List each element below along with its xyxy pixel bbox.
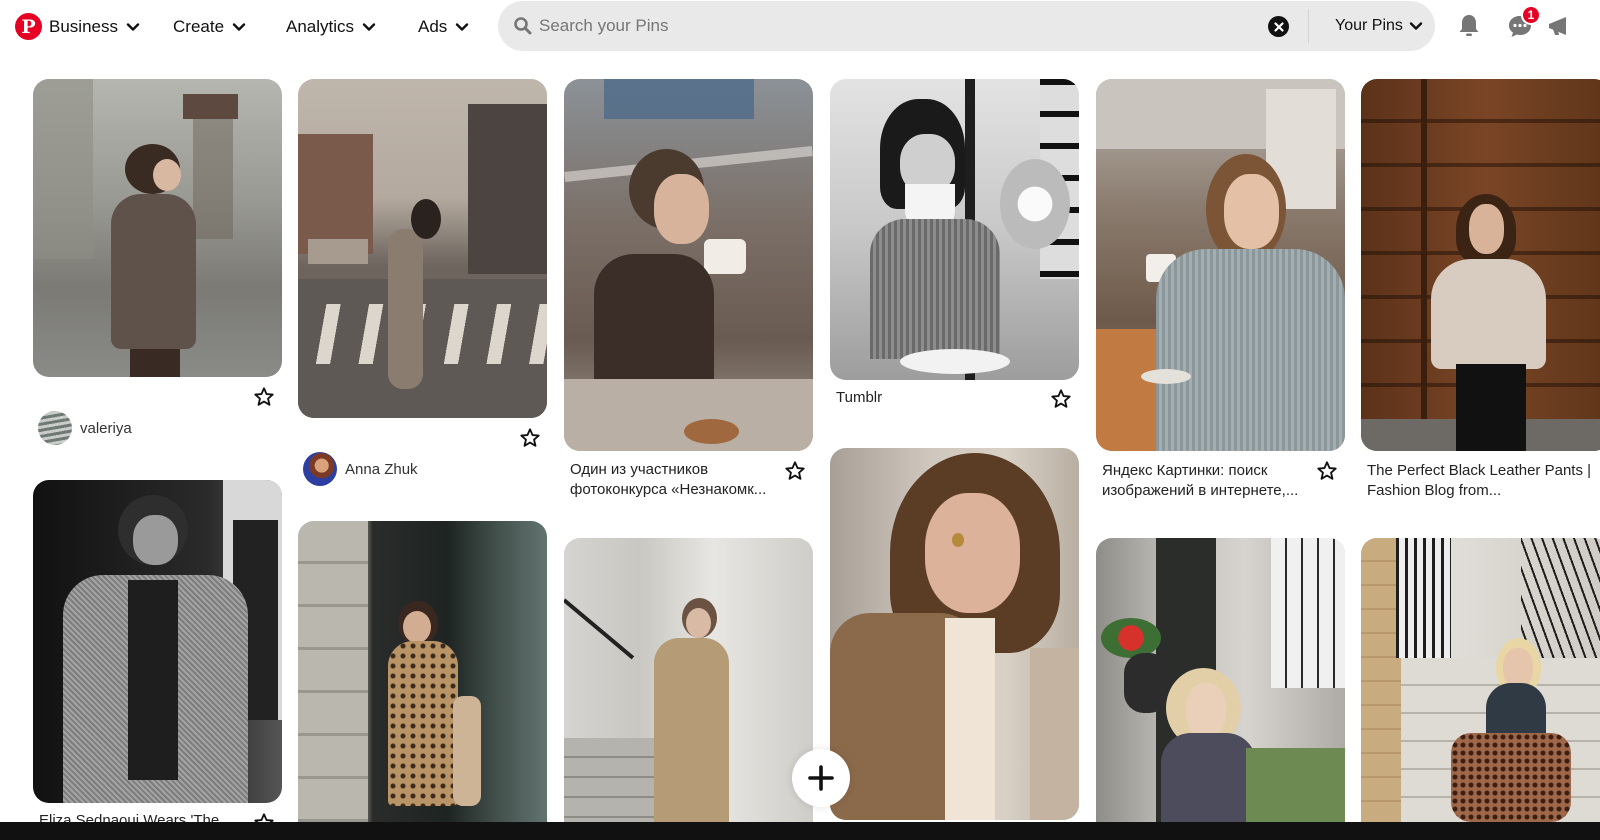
search-divider — [1308, 9, 1309, 43]
pin-title: Один из участников фотоконкурса «Незнако… — [570, 461, 767, 498]
pin-image[interactable] — [33, 480, 282, 803]
add-pin-button[interactable] — [792, 749, 850, 807]
avatar — [303, 452, 337, 486]
chevron-down-icon — [456, 23, 469, 31]
pin-image[interactable] — [564, 538, 813, 822]
nav-analytics[interactable]: Analytics — [286, 14, 376, 40]
nav-ads[interactable]: Ads — [418, 14, 469, 40]
bell-icon[interactable] — [1455, 12, 1483, 40]
star-icon[interactable] — [1050, 388, 1072, 410]
chevron-down-icon — [1409, 22, 1423, 30]
pin-image[interactable] — [1096, 538, 1345, 822]
plus-icon — [808, 765, 834, 791]
bottom-edge — [0, 822, 1600, 840]
pinterest-logo-icon[interactable]: P — [15, 13, 42, 40]
close-icon — [1273, 21, 1284, 32]
pin-image[interactable] — [298, 521, 547, 822]
pin-image[interactable] — [33, 79, 282, 377]
star-icon[interactable] — [253, 386, 275, 408]
star-icon[interactable] — [784, 460, 806, 482]
star-icon[interactable] — [1316, 460, 1338, 482]
chevron-down-icon — [362, 23, 376, 31]
pin-image[interactable] — [564, 79, 813, 451]
pin-image[interactable] — [1096, 79, 1345, 451]
search-bar: Your Pins — [498, 1, 1435, 51]
pin-image[interactable] — [298, 79, 547, 418]
nav-business[interactable]: Business — [49, 14, 140, 40]
search-scope-dropdown[interactable]: Your Pins — [1335, 13, 1423, 39]
pin-title: The Perfect Black Leather Pants | Fashio… — [1367, 462, 1592, 499]
search-input[interactable] — [539, 11, 1239, 41]
pin-image[interactable] — [830, 79, 1079, 380]
pin-title: Tumblr — [836, 389, 883, 406]
messages-badge: 1 — [1521, 5, 1541, 25]
nav-create[interactable]: Create — [173, 14, 246, 40]
chevron-down-icon — [126, 23, 140, 31]
pin-image[interactable] — [1361, 538, 1600, 822]
pin-author[interactable]: valeriya — [38, 411, 132, 445]
top-nav-bar: P Business Create Analytics Ads Your Pin… — [0, 0, 1600, 56]
pin-author[interactable]: Anna Zhuk — [303, 452, 418, 486]
avatar — [38, 411, 72, 445]
chevron-down-icon — [232, 23, 246, 31]
pin-title: Яндекс Картинки: поиск изображений в инт… — [1102, 462, 1299, 499]
pin-image[interactable] — [830, 448, 1079, 820]
search-icon — [514, 17, 532, 35]
megaphone-icon[interactable] — [1546, 12, 1574, 40]
pin-image[interactable] — [1361, 79, 1600, 451]
clear-search-button[interactable] — [1268, 16, 1289, 37]
star-icon[interactable] — [519, 427, 541, 449]
